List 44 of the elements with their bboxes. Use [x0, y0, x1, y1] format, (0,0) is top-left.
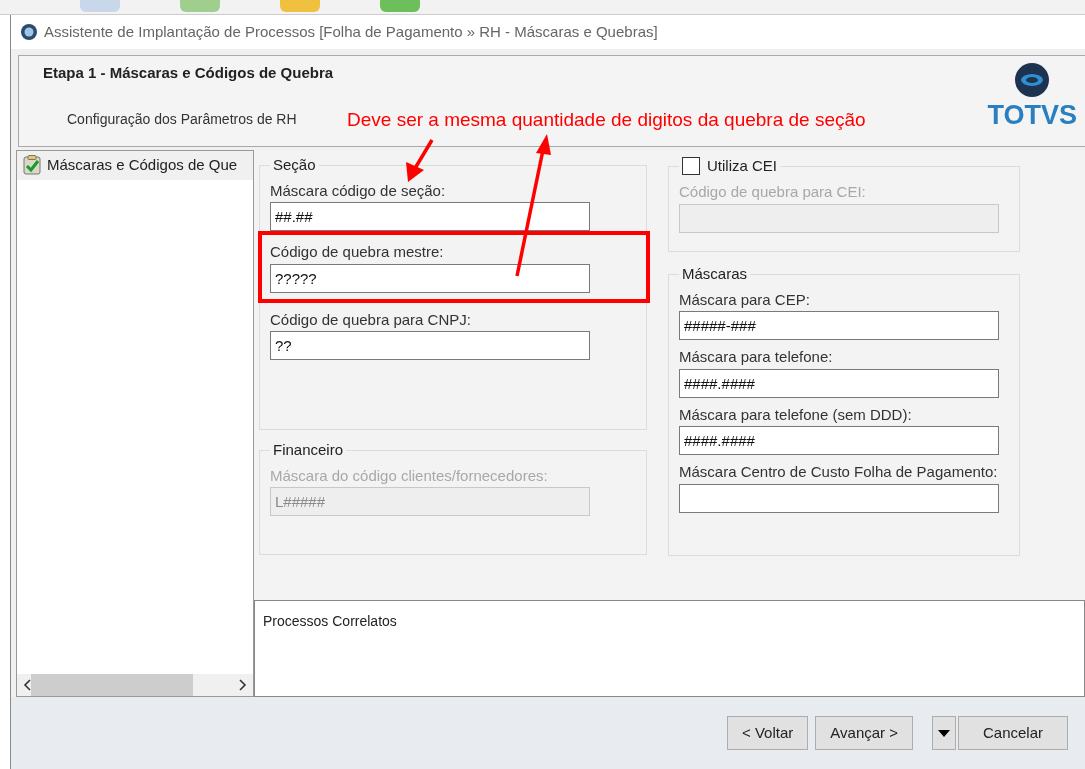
wizard-button[interactable]: Avançar > — [815, 716, 913, 750]
field-label: Máscara para CEP: — [679, 289, 811, 310]
logo-text: TOTVS — [987, 102, 1077, 129]
checkbox-label: Utiliza CEI — [707, 157, 777, 175]
logo-icon — [1014, 62, 1051, 98]
wizard-button[interactable]: < Voltar — [727, 716, 809, 750]
field-label: Máscara para telefone: — [679, 347, 834, 367]
input-field[interactable]: ####.#### — [679, 426, 999, 455]
input-field[interactable]: ####.#### — [679, 368, 999, 398]
group-title: Financeiro — [272, 442, 345, 459]
field-label: Máscara do código clientes/fornecedores: — [270, 465, 549, 486]
horizontal-scrollbar[interactable] — [17, 674, 253, 696]
input-field[interactable]: ?? — [270, 331, 590, 360]
group-title: Seção — [272, 157, 317, 174]
scroll-right-icon[interactable] — [239, 679, 247, 691]
field-label: Máscara código de seção: — [270, 180, 447, 201]
wizard-button[interactable]: Cancelar — [958, 716, 1068, 750]
annotation-text: Deve ser a mesma quantidade de digitos da quebra de seção — [347, 108, 866, 132]
dropdown-button[interactable] — [932, 716, 956, 750]
tree-item[interactable]: Máscaras e Códigos de Que — [17, 151, 253, 180]
field-label: Máscara para telefone (sem DDD): — [679, 404, 913, 425]
app-icon[interactable] — [80, 0, 120, 12]
caret-icon — [938, 729, 950, 737]
field-label: Código de quebra para CEI: — [679, 182, 867, 202]
scroll-left-icon[interactable] — [23, 679, 31, 691]
group-title: Máscaras — [681, 266, 749, 283]
window-title: Assistente de Implantação de Processos [Folha de Pagamento » RH - Máscaras e Quebras] — [44, 21, 658, 42]
input-field[interactable] — [679, 483, 999, 513]
app-icon[interactable] — [280, 0, 320, 12]
field-label: Máscara Centro de Custo Folha de Pagamento: — [679, 462, 999, 482]
annotation-arrow — [406, 139, 434, 182]
scroll-thumb[interactable] — [31, 674, 193, 696]
input-field[interactable]: ????? — [270, 263, 590, 293]
field-label: Código de quebra para CNPJ: — [270, 309, 472, 330]
app-icon[interactable] — [380, 0, 420, 12]
panel-title: Processos Correlatos — [263, 613, 397, 629]
input-field[interactable]: ##.## — [270, 202, 590, 231]
step-subtitle: Configuração dos Parâmetros de RH — [67, 109, 298, 129]
step-title: Etapa 1 - Máscaras e Códigos de Quebra — [43, 63, 334, 83]
input-field[interactable]: #####-### — [679, 311, 999, 340]
app-logo-icon — [20, 23, 38, 41]
app-icon[interactable] — [180, 0, 220, 12]
clipboard-check-icon — [23, 155, 41, 176]
field-label: Código de quebra mestre: — [270, 242, 445, 262]
